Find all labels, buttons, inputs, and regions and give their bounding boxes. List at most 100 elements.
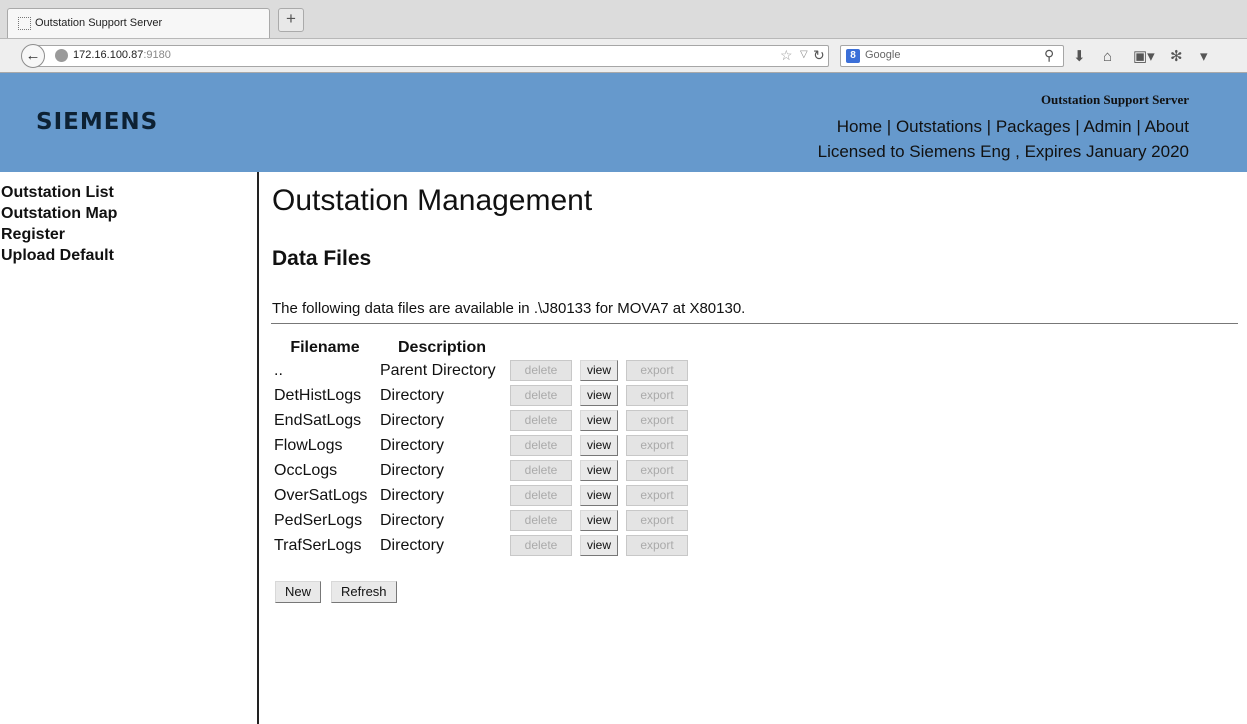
export-button: export bbox=[626, 385, 688, 406]
delete-button: delete bbox=[510, 460, 572, 481]
column-header-filename: Filename bbox=[290, 339, 360, 356]
browser-tab-bar: Outstation Support Server + bbox=[0, 0, 1247, 39]
divider bbox=[271, 323, 1238, 324]
download-icon[interactable]: ⬇ bbox=[1073, 49, 1086, 64]
filename-cell: OccLogs bbox=[274, 461, 338, 479]
description-cell: Directory bbox=[380, 436, 445, 454]
search-bar[interactable]: 8 Google ⚲ bbox=[840, 45, 1064, 67]
export-cell: export bbox=[622, 458, 692, 483]
table-row: TrafSerLogs Directory delete view export bbox=[272, 533, 692, 558]
address-bar[interactable]: 172.16.100.87:9180 ☆ ▽ ↻ bbox=[37, 45, 829, 67]
url-port: :9180 bbox=[143, 49, 171, 61]
export-cell: export bbox=[622, 433, 692, 458]
delete-cell: delete bbox=[506, 383, 576, 408]
view-cell: view bbox=[576, 408, 622, 433]
tab-title: Outstation Support Server bbox=[35, 17, 163, 29]
tools-menu-icon[interactable]: ▾ bbox=[1200, 49, 1208, 64]
view-cell: view bbox=[576, 433, 622, 458]
export-button: export bbox=[626, 485, 688, 506]
delete-button: delete bbox=[510, 510, 572, 531]
table-row: .. Parent Directory delete view export bbox=[272, 358, 692, 383]
nav-home[interactable]: Home bbox=[837, 117, 882, 136]
view-cell: view bbox=[576, 483, 622, 508]
site-header: SIEMENS Outstation Support Server Home |… bbox=[0, 73, 1247, 172]
home-icon[interactable]: ⌂ bbox=[1103, 49, 1112, 64]
main-content: Outstation Management Data Files The fol… bbox=[271, 172, 1240, 724]
new-tab-button[interactable]: + bbox=[278, 8, 304, 32]
addon-icon[interactable]: ✻ bbox=[1170, 49, 1183, 64]
delete-button: delete bbox=[510, 485, 572, 506]
export-button: export bbox=[626, 535, 688, 556]
bookmark-star-icon[interactable]: ☆ bbox=[780, 47, 793, 64]
delete-cell: delete bbox=[506, 533, 576, 558]
view-button[interactable]: view bbox=[580, 485, 618, 506]
sidebar-item-outstation-list[interactable]: Outstation List bbox=[1, 182, 117, 203]
view-cell: view bbox=[576, 458, 622, 483]
filename-cell: FlowLogs bbox=[274, 436, 343, 454]
delete-button: delete bbox=[510, 385, 572, 406]
data-files-table: Filename Description .. Parent Directory d… bbox=[272, 338, 692, 558]
table-body: .. Parent Directory delete view export DetHis… bbox=[272, 358, 692, 558]
table-row: DetHistLogs Directory delete view export bbox=[272, 383, 692, 408]
export-cell: export bbox=[622, 508, 692, 533]
bookmarks-menu-icon[interactable]: ▣▾ bbox=[1133, 49, 1155, 64]
sidebar-item-upload-default[interactable]: Upload Default bbox=[1, 245, 117, 266]
refresh-button[interactable]: Refresh bbox=[331, 581, 397, 603]
top-nav: Home | Outstations | Packages | Admin | … bbox=[837, 117, 1189, 137]
export-cell: export bbox=[622, 408, 692, 433]
description-cell: Directory bbox=[380, 511, 445, 529]
new-button[interactable]: New bbox=[275, 581, 322, 603]
nav-separator: | bbox=[882, 117, 896, 136]
sidebar-item-register[interactable]: Register bbox=[1, 224, 117, 245]
table-row: OccLogs Directory delete view export bbox=[272, 458, 692, 483]
view-button[interactable]: view bbox=[580, 360, 618, 381]
filename-cell: TrafSerLogs bbox=[274, 536, 362, 554]
filename-cell: OverSatLogs bbox=[274, 486, 368, 504]
history-dropdown-icon[interactable]: ▽ bbox=[800, 49, 808, 60]
view-button[interactable]: view bbox=[580, 410, 618, 431]
search-icon[interactable]: ⚲ bbox=[1044, 47, 1054, 64]
table-row: FlowLogs Directory delete view export bbox=[272, 433, 692, 458]
view-button[interactable]: view bbox=[580, 535, 618, 556]
nav-packages[interactable]: Packages bbox=[996, 117, 1071, 136]
view-button[interactable]: view bbox=[580, 510, 618, 531]
sidebar: Outstation List Outstation Map Register … bbox=[0, 172, 259, 724]
export-cell: export bbox=[622, 358, 692, 383]
reload-icon[interactable]: ↻ bbox=[813, 47, 825, 64]
delete-button: delete bbox=[510, 535, 572, 556]
back-button[interactable]: ← bbox=[21, 44, 45, 68]
siemens-logo: SIEMENS bbox=[36, 109, 159, 135]
export-button: export bbox=[626, 510, 688, 531]
description-cell: Directory bbox=[380, 386, 445, 404]
view-cell: view bbox=[576, 383, 622, 408]
page-title: Outstation Management bbox=[272, 184, 593, 217]
license-text: Licensed to Siemens Eng , Expires Januar… bbox=[817, 142, 1189, 161]
view-button[interactable]: view bbox=[580, 435, 618, 456]
delete-cell: delete bbox=[506, 433, 576, 458]
nav-outstations[interactable]: Outstations bbox=[896, 117, 982, 136]
column-header-description: Description bbox=[397, 339, 486, 356]
description-cell: Directory bbox=[380, 536, 445, 554]
table-row: OverSatLogs Directory delete view export bbox=[272, 483, 692, 508]
page-icon bbox=[18, 17, 31, 30]
export-cell: export bbox=[622, 483, 692, 508]
delete-button: delete bbox=[510, 360, 572, 381]
back-arrow-icon: ← bbox=[25, 47, 41, 64]
filename-cell: PedSerLogs bbox=[274, 511, 363, 529]
nav-admin[interactable]: Admin bbox=[1083, 117, 1131, 136]
search-placeholder: Google bbox=[865, 49, 901, 61]
sidebar-item-outstation-map[interactable]: Outstation Map bbox=[1, 203, 117, 224]
url-text: 172.16.100.87:9180 bbox=[73, 49, 171, 61]
export-button: export bbox=[626, 360, 688, 381]
google-icon[interactable]: 8 bbox=[846, 49, 860, 63]
filename-cell: EndSatLogs bbox=[274, 411, 362, 429]
export-cell: export bbox=[622, 383, 692, 408]
nav-about[interactable]: About bbox=[1145, 117, 1189, 136]
description-cell: Directory bbox=[380, 411, 445, 429]
description-cell: Directory bbox=[380, 486, 445, 504]
globe-icon bbox=[55, 49, 68, 62]
view-button[interactable]: view bbox=[580, 385, 618, 406]
browser-tab[interactable]: Outstation Support Server bbox=[7, 8, 270, 38]
view-cell: view bbox=[576, 533, 622, 558]
view-button[interactable]: view bbox=[580, 460, 618, 481]
